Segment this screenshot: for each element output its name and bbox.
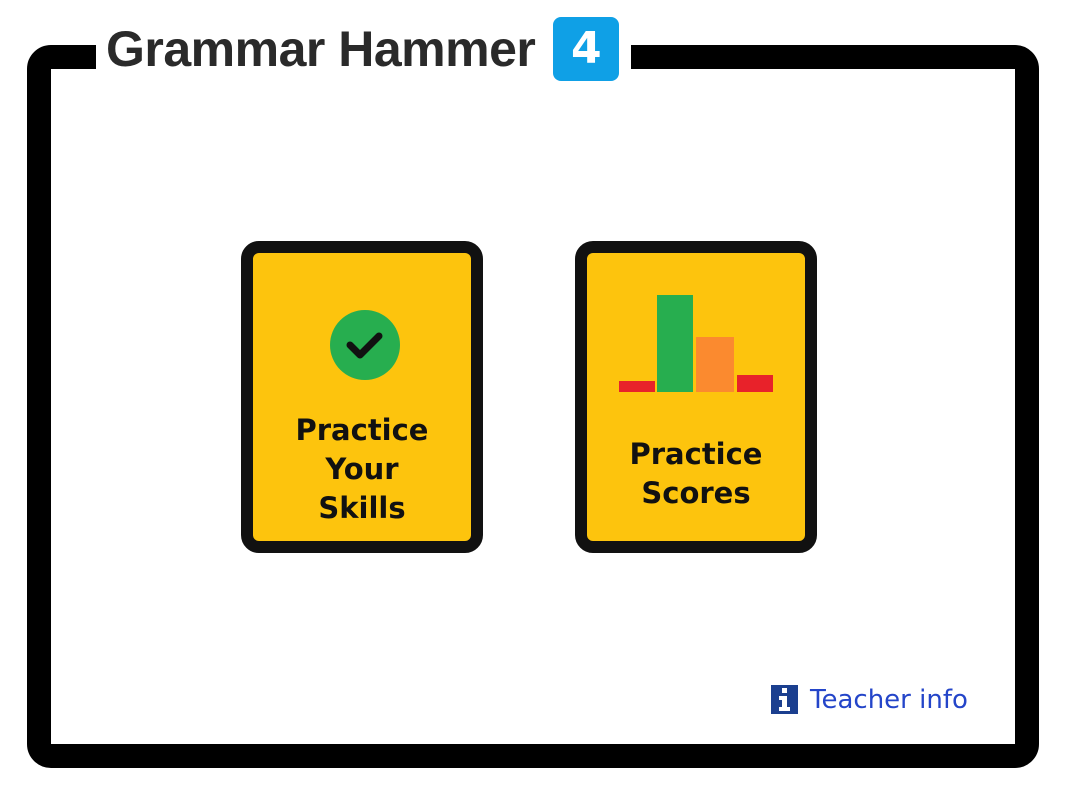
bar-orange [696, 337, 734, 392]
level-badge: 4 [553, 17, 620, 81]
teacher-info-link[interactable]: Teacher info [771, 685, 968, 714]
bar-green [657, 295, 693, 392]
info-icon [771, 685, 798, 714]
bar-red-right [737, 375, 773, 392]
main-frame [27, 45, 1039, 768]
app-title: Grammar Hammer [106, 21, 536, 77]
bar-red-left [619, 381, 655, 392]
practice-skills-label: Practice Your Skills [295, 413, 429, 525]
header: Grammar Hammer 4 [96, 14, 632, 84]
bar-chart-icon [619, 295, 773, 392]
practice-scores-label: Practice Scores [629, 437, 763, 510]
practice-scores-button[interactable]: Practice Scores [575, 241, 817, 553]
check-circle-icon [330, 310, 400, 380]
teacher-info-label: Teacher info [810, 684, 968, 715]
practice-your-skills-button[interactable]: Practice Your Skills [241, 241, 483, 553]
